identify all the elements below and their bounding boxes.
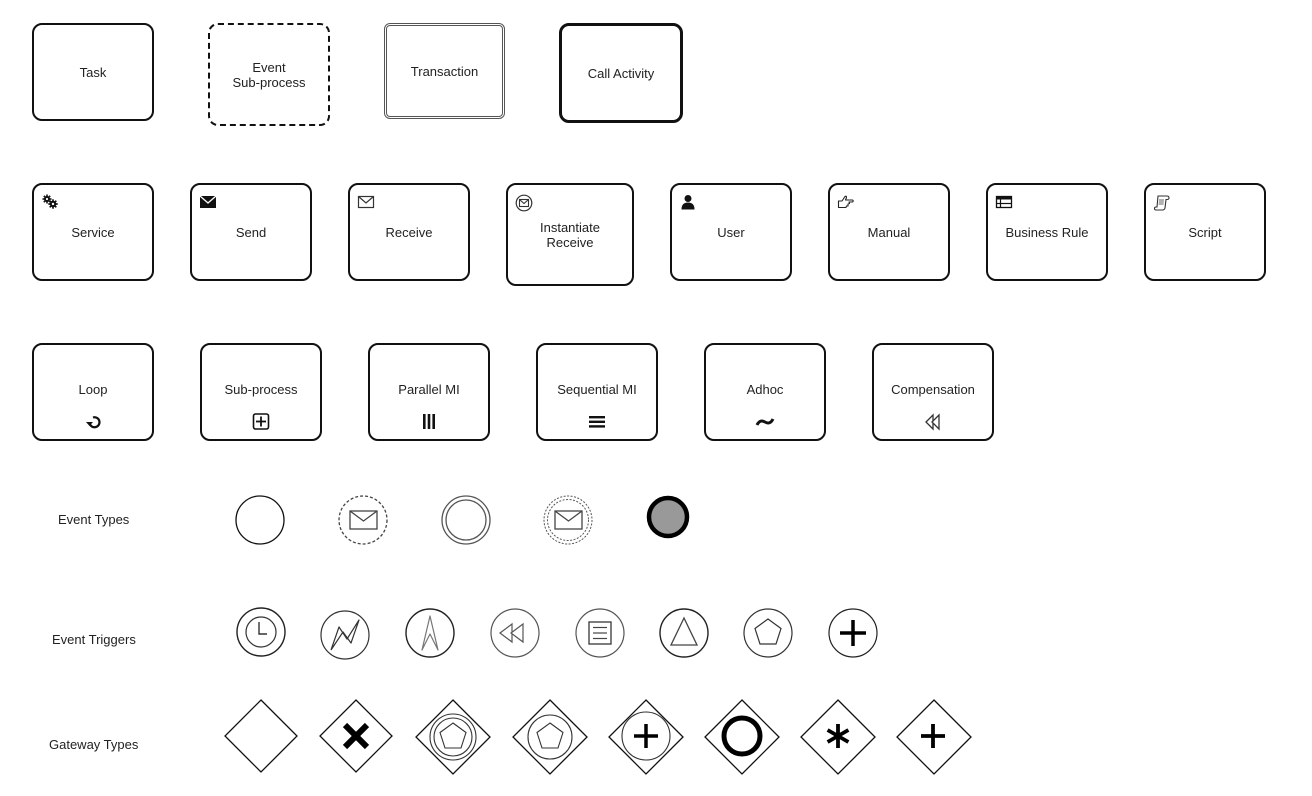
task-label: Task xyxy=(79,64,107,80)
instantiate-receive-label: Instantiate Receive xyxy=(540,219,600,250)
service-task[interactable]: Service xyxy=(32,183,154,281)
hand-icon xyxy=(837,195,854,209)
manual-task[interactable]: Manual xyxy=(828,183,950,281)
call-activity-label: Call Activity xyxy=(587,65,655,81)
compensation-task[interactable]: Compensation xyxy=(872,343,994,441)
transaction-activity[interactable]: Transaction xyxy=(384,23,505,119)
envelope-icon xyxy=(554,510,583,530)
manual-label: Manual xyxy=(867,224,911,240)
circled-envelope-icon xyxy=(515,194,533,212)
filled-envelope-icon xyxy=(199,195,217,208)
parallel-bars-icon xyxy=(423,414,435,429)
plus-box-icon xyxy=(252,413,270,430)
table-icon xyxy=(995,195,1013,209)
parallel-gateway[interactable] xyxy=(895,698,973,776)
loop-icon xyxy=(86,416,101,429)
event-subprocess-label: Event Sub-process xyxy=(232,59,306,90)
send-task[interactable]: Send xyxy=(190,183,312,281)
business-rule-task[interactable]: Business Rule xyxy=(986,183,1108,281)
script-label: Script xyxy=(1188,224,1222,240)
exclusive-event-based-gateway[interactable] xyxy=(511,698,589,776)
sequential-mi-task[interactable]: Sequential MI xyxy=(536,343,658,441)
parallel-mi-task[interactable]: Parallel MI xyxy=(368,343,490,441)
send-label: Send xyxy=(235,224,267,240)
start-event[interactable] xyxy=(232,492,288,548)
parallel-multiple-icon[interactable] xyxy=(825,605,881,661)
task-activity[interactable]: Task xyxy=(32,23,154,121)
signal-icon[interactable] xyxy=(656,605,712,661)
event-triggers-label: Event Triggers xyxy=(52,632,136,647)
multiple-icon[interactable] xyxy=(740,605,796,661)
user-icon xyxy=(681,195,695,210)
receive-label: Receive xyxy=(385,224,433,240)
adhoc-task[interactable]: Adhoc xyxy=(704,343,826,441)
parallel-event-based-gateway[interactable] xyxy=(607,698,685,776)
gateway[interactable] xyxy=(223,698,299,774)
complex-gateway[interactable] xyxy=(799,698,877,776)
gears-icon xyxy=(42,194,58,209)
end-event[interactable] xyxy=(642,490,696,544)
inclusive-gateway[interactable] xyxy=(703,698,781,776)
script-task[interactable]: Script xyxy=(1144,183,1266,281)
business-rule-label: Business Rule xyxy=(1005,224,1089,240)
adhoc-label: Adhoc xyxy=(746,381,784,397)
call-activity[interactable]: Call Activity xyxy=(559,23,683,123)
error-icon[interactable] xyxy=(317,605,373,661)
loop-label: Loop xyxy=(78,381,108,397)
non-interrupting-message-event[interactable] xyxy=(335,492,391,548)
gateway-types-label: Gateway Types xyxy=(49,737,139,752)
timer-icon[interactable] xyxy=(233,605,289,661)
envelope-icon xyxy=(349,510,378,530)
event-subprocess-activity[interactable]: Event Sub-process xyxy=(208,23,330,126)
compensation-label: Compensation xyxy=(891,381,975,397)
user-label: User xyxy=(717,224,745,240)
receive-task[interactable]: Receive xyxy=(348,183,470,281)
sequential-mi-label: Sequential MI xyxy=(557,381,637,397)
service-label: Service xyxy=(71,224,115,240)
instantiate-receive-task[interactable]: Instantiate Receive xyxy=(506,183,634,286)
parallel-mi-label: Parallel MI xyxy=(398,381,460,397)
compensation-icon[interactable] xyxy=(487,605,543,661)
sequential-bars-icon xyxy=(589,416,605,428)
loop-task[interactable]: Loop xyxy=(32,343,154,441)
envelope-icon xyxy=(357,195,375,209)
event-based-gateway[interactable] xyxy=(414,698,492,776)
escalation-icon[interactable] xyxy=(402,605,458,661)
tilde-icon xyxy=(755,418,775,426)
conditional-icon[interactable] xyxy=(572,605,628,661)
user-task[interactable]: User xyxy=(670,183,792,281)
event-types-label: Event Types xyxy=(58,512,130,527)
intermediate-event[interactable] xyxy=(438,492,494,548)
non-interrupting-intermediate-message-event[interactable] xyxy=(540,492,596,548)
subprocess-label: Sub-process xyxy=(224,381,298,397)
subprocess-task[interactable]: Sub-process xyxy=(200,343,322,441)
exclusive-gateway[interactable] xyxy=(318,698,394,774)
rewind-icon xyxy=(925,413,940,431)
scroll-icon xyxy=(1153,195,1170,211)
transaction-label: Transaction xyxy=(410,63,479,79)
